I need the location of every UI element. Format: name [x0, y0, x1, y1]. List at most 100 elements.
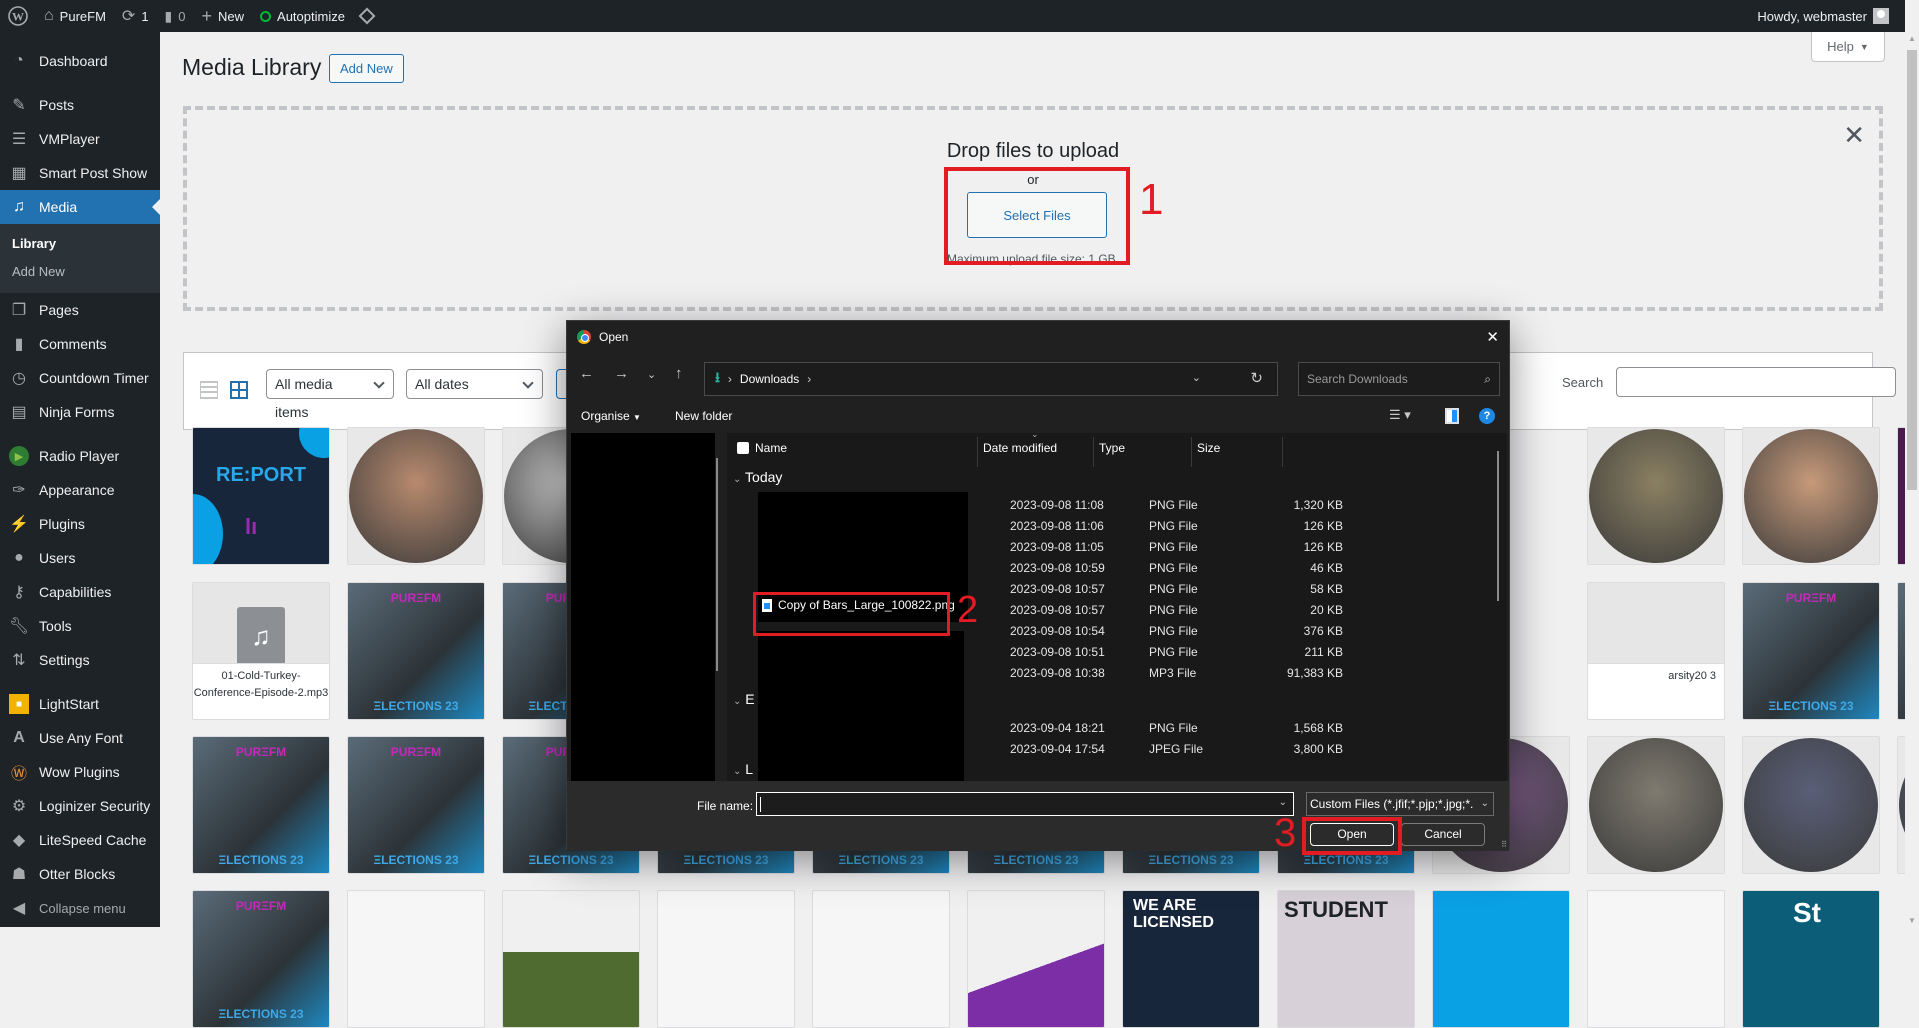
column-separator[interactable]	[1093, 437, 1094, 467]
media-tile[interactable]	[967, 890, 1105, 1028]
refresh-icon[interactable]: ↻	[1250, 369, 1263, 387]
sidebar-item-countdown-timer[interactable]: ◷ Countdown Timer	[0, 361, 160, 395]
media-tile[interactable]: PURΞFM ΞLECTIONS 23	[192, 890, 330, 1028]
sidebar-item-lightstart[interactable]: ■ LightStart	[0, 687, 160, 721]
column-separator[interactable]	[1191, 437, 1192, 467]
sidebar-item-litespeed-cache[interactable]: ◆ LiteSpeed Cache	[0, 823, 160, 857]
scroll-up-icon[interactable]: ▲	[1908, 34, 1916, 43]
navigation-pane-scrollbar[interactable]	[716, 458, 718, 671]
media-tile[interactable]: WE ARE LICENSED	[1122, 890, 1260, 1028]
media-type-filter[interactable]: All media items	[266, 369, 394, 420]
page-scrollbar[interactable]: ▲ ▼	[1905, 32, 1919, 927]
address-bar[interactable]: ⭳ › Downloads › ⌄ ↻	[704, 362, 1278, 396]
resize-grip-icon[interactable]: ⠿	[1501, 840, 1507, 849]
my-account-link[interactable]: Howdy, webmaster	[1749, 0, 1897, 32]
media-tile[interactable]: STUDENT	[1277, 890, 1415, 1028]
media-tile[interactable]	[1742, 736, 1880, 874]
sidebar-item-dashboard[interactable]: ◔ Dashboard	[0, 44, 160, 78]
forward-arrow-icon[interactable]: →	[614, 365, 629, 382]
new-content-link[interactable]: + New	[194, 0, 253, 32]
sidebar-item-comments[interactable]: ▮ Comments	[0, 327, 160, 361]
media-tile[interactable]	[1587, 890, 1725, 1028]
sidebar-item-media[interactable]: ♫ Media	[0, 190, 160, 224]
column-separator[interactable]	[1282, 437, 1283, 467]
dialog-close-icon[interactable]: ✕	[1486, 328, 1499, 346]
submenu-add-new[interactable]: Add New	[0, 258, 160, 286]
sidebar-item-appearance[interactable]: ✑ Appearance	[0, 473, 160, 507]
date-filter[interactable]: All dates	[406, 369, 543, 399]
submenu-library[interactable]: Library	[0, 230, 160, 258]
comments-link[interactable]: ▮ 0	[157, 0, 194, 32]
media-tile[interactable]: PURΞFM ΞLECTIONS 23	[1742, 582, 1880, 720]
column-date-header[interactable]: Date modified	[983, 433, 1057, 463]
back-arrow-icon[interactable]: ←	[579, 365, 594, 382]
sidebar-item-smart-post-show[interactable]: ▦ Smart Post Show	[0, 156, 160, 190]
sidebar-item-vmplayer[interactable]: ☰ VMPlayer	[0, 122, 160, 156]
breadcrumb-chevron-icon[interactable]: ›	[807, 372, 811, 386]
organise-button[interactable]: Organise ▼	[581, 409, 641, 423]
media-tile[interactable]	[657, 890, 795, 1028]
dialog-search-input[interactable]: Search Downloads ⌕	[1298, 362, 1500, 396]
media-tile[interactable]: ♫ 01-Cold-Turkey-Conference-Episode-2.mp3	[192, 582, 330, 720]
sidebar-item-plugins[interactable]: ⚡ Plugins	[0, 507, 160, 541]
new-folder-button[interactable]: New folder	[675, 409, 732, 423]
help-icon[interactable]: ?	[1479, 408, 1495, 424]
breadcrumb-downloads[interactable]: Downloads	[740, 372, 799, 386]
media-tile[interactable]	[1432, 890, 1570, 1028]
collapse-menu-button[interactable]: ◀ Collapse menu	[0, 891, 160, 925]
media-tile[interactable]	[502, 890, 640, 1028]
media-tile[interactable]: PURΞFM ΞLECTIONS 23	[347, 736, 485, 874]
group-header-last[interactable]: ⌄ L	[733, 761, 753, 777]
media-search-input[interactable]	[1616, 367, 1896, 397]
file-list-scrollbar[interactable]	[1497, 451, 1499, 601]
file-row[interactable]: 2023-09-04 17:54 JPEG File 3,800 KB	[727, 742, 1507, 763]
wp-logo-button[interactable]: W	[0, 0, 36, 32]
sidebar-item-radio-player[interactable]: ▶ Radio Player	[0, 439, 160, 473]
media-tile[interactable]: PURΞFM ΞLECTIONS 23	[347, 582, 485, 720]
media-tile[interactable]: RE:PORT lı	[192, 427, 330, 565]
preview-pane-icon[interactable]	[1445, 408, 1459, 424]
sidebar-item-pages[interactable]: ❐ Pages	[0, 293, 160, 327]
scroll-down-icon[interactable]: ▼	[1908, 916, 1916, 925]
sidebar-item-tools[interactable]: 🔧︎ Tools	[0, 609, 160, 643]
up-arrow-icon[interactable]: ↑	[675, 365, 683, 382]
file-name-input[interactable]: ⌄	[756, 792, 1294, 816]
file-row[interactable]: 2023-09-04 18:21 PNG File 1,568 KB	[727, 721, 1507, 742]
view-options-icon[interactable]: ☰ ▾	[1389, 407, 1411, 423]
sidebar-item-ninja-forms[interactable]: ▤ Ninja Forms	[0, 395, 160, 429]
upload-dropzone[interactable]: ✕ Drop files to upload or Select Files M…	[183, 106, 1883, 311]
media-tile[interactable]	[347, 890, 485, 1028]
media-tile[interactable]: St	[1742, 890, 1880, 1028]
group-header-earlier[interactable]: ⌄ E	[733, 691, 755, 707]
column-type-header[interactable]: Type	[1099, 433, 1125, 463]
media-tile[interactable]: PURΞFM ΞLECTIONS 23	[192, 736, 330, 874]
media-tile[interactable]	[1742, 427, 1880, 565]
cancel-button[interactable]: Cancel	[1401, 823, 1485, 846]
sidebar-item-wow-plugins[interactable]: Ⓦ Wow Plugins	[0, 755, 160, 789]
sidebar-item-capabilities[interactable]: ⚷ Capabilities	[0, 575, 160, 609]
litespeed-link[interactable]	[353, 0, 381, 32]
site-name-link[interactable]: ⌂ PureFM	[36, 0, 114, 32]
add-new-button[interactable]: Add New	[329, 54, 404, 83]
media-tile[interactable]	[1587, 736, 1725, 874]
list-view-icon[interactable]	[200, 381, 218, 399]
media-tile[interactable]	[347, 427, 485, 565]
help-button[interactable]: Help ▼	[1811, 32, 1885, 62]
column-size-header[interactable]: Size	[1197, 433, 1220, 463]
column-name-header[interactable]: Name	[755, 433, 787, 463]
sidebar-item-posts[interactable]: ✎ Posts	[0, 88, 160, 122]
scrollbar-thumb[interactable]	[1907, 50, 1917, 490]
address-dropdown-icon[interactable]: ⌄	[1192, 371, 1201, 384]
column-separator[interactable]	[977, 437, 978, 467]
sidebar-item-users[interactable]: ● Users	[0, 541, 160, 575]
autoptimize-link[interactable]: Autoptimize	[252, 0, 353, 32]
sidebar-item-otter-blocks[interactable]: ☗ Otter Blocks	[0, 857, 160, 891]
group-header-today[interactable]: ⌄ Today	[733, 469, 782, 485]
sidebar-item-loginizer-security[interactable]: ⚙ Loginizer Security	[0, 789, 160, 823]
sidebar-item-settings[interactable]: ⇅ Settings	[0, 643, 160, 677]
chevron-down-icon[interactable]: ⌄	[1279, 797, 1287, 808]
grid-view-icon[interactable]	[230, 381, 248, 399]
media-tile[interactable]	[812, 890, 950, 1028]
media-tile[interactable]: arsity20 3	[1587, 582, 1725, 720]
recent-chevron-icon[interactable]: ⌄	[647, 368, 656, 381]
